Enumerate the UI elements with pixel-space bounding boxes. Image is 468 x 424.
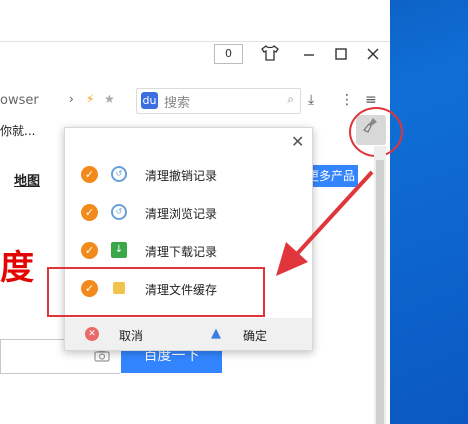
annotation-arrow xyxy=(276,170,374,276)
